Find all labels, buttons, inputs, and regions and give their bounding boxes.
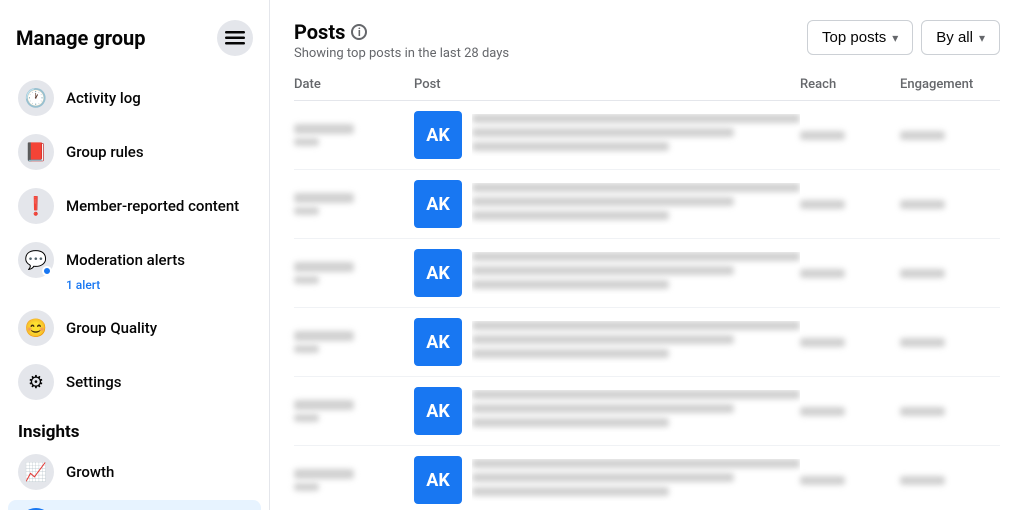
table-row[interactable]: AK <box>294 377 1000 446</box>
engagement-cell <box>900 131 1000 140</box>
table-row[interactable]: AK <box>294 308 1000 377</box>
sidebar-header: Manage group <box>8 16 261 72</box>
nav-item-settings[interactable]: ⚙ Settings <box>8 356 261 408</box>
post-text <box>472 252 800 294</box>
table-row[interactable]: AK <box>294 170 1000 239</box>
nav-item-member-reported[interactable]: ❗ Member-reported content <box>8 180 261 232</box>
posts-info-icon[interactable]: i <box>351 24 367 40</box>
posts-title-group: Posts i Showing top posts in the last 28… <box>294 20 509 61</box>
nav-label-moderation-alerts: Moderation alerts <box>66 251 251 269</box>
col-header-post: Post <box>414 77 800 92</box>
reach-cell <box>800 338 900 347</box>
date-cell <box>294 331 414 353</box>
chevron-down-icon-2: ▾ <box>979 31 985 45</box>
reach-cell <box>800 476 900 485</box>
nav-label-activity-log: Activity log <box>66 89 251 107</box>
post-cell: AK <box>414 318 800 366</box>
post-thumbnail: AK <box>414 180 462 228</box>
engagement-cell <box>900 200 1000 209</box>
growth-icon: 📈 <box>18 454 54 490</box>
date-cell <box>294 193 414 215</box>
post-thumbnail: AK <box>414 456 462 504</box>
main-content: Posts i Showing top posts in the last 28… <box>270 0 1024 510</box>
smiley-icon: 😊 <box>18 310 54 346</box>
nav-item-group-quality[interactable]: 😊 Group Quality <box>8 302 261 354</box>
top-posts-filter[interactable]: Top posts ▾ <box>807 20 913 55</box>
nav-item-engagement[interactable]: 👍 Engagement <box>8 500 261 510</box>
engagement-cell <box>900 476 1000 485</box>
date-cell <box>294 262 414 284</box>
post-thumbnail: AK <box>414 111 462 159</box>
filter-group: Top posts ▾ By all ▾ <box>807 20 1000 55</box>
col-header-date: Date <box>294 77 414 92</box>
posts-title: Posts i <box>294 20 509 44</box>
reach-cell <box>800 200 900 209</box>
post-text <box>472 390 800 432</box>
chevron-down-icon: ▾ <box>892 31 898 45</box>
by-all-filter[interactable]: By all ▾ <box>921 20 1000 55</box>
book-icon: 📕 <box>18 134 54 170</box>
nav-item-moderation-alerts[interactable]: 💬 Moderation alerts 1 alert <box>8 234 261 300</box>
moderation-alert-count: 1 alert <box>66 278 100 292</box>
post-text <box>472 459 800 501</box>
nav-label-growth: Growth <box>66 463 251 481</box>
post-cell: AK <box>414 456 800 504</box>
table-row[interactable]: AK <box>294 446 1000 510</box>
reach-cell <box>800 131 900 140</box>
nav-label-group-quality: Group Quality <box>66 319 251 337</box>
post-cell: AK <box>414 111 800 159</box>
post-cell: AK <box>414 249 800 297</box>
insights-section-label: Insights <box>8 410 261 446</box>
nav-label-settings: Settings <box>66 373 251 391</box>
chat-icon: 💬 <box>18 242 54 278</box>
table-header: Date Post Reach Engagement <box>294 77 1000 101</box>
posts-header: Posts i Showing top posts in the last 28… <box>294 20 1000 61</box>
reach-cell <box>800 269 900 278</box>
gear-icon: ⚙ <box>18 364 54 400</box>
post-text <box>472 183 800 225</box>
posts-subtitle: Showing top posts in the last 28 days <box>294 46 509 61</box>
alert-badge <box>42 266 52 276</box>
sidebar: Manage group 🕐 Activity log 📕 Group rule… <box>0 0 270 510</box>
clock-icon: 🕐 <box>18 80 54 116</box>
date-cell <box>294 400 414 422</box>
col-header-engagement: Engagement <box>900 77 1000 92</box>
nav-item-growth[interactable]: 📈 Growth <box>8 446 261 498</box>
post-text <box>472 114 800 156</box>
post-cell: AK <box>414 180 800 228</box>
sidebar-menu-button[interactable] <box>217 20 253 56</box>
nav-item-activity-log[interactable]: 🕐 Activity log <box>8 72 261 124</box>
engagement-cell <box>900 407 1000 416</box>
sidebar-title: Manage group <box>16 26 146 50</box>
post-thumbnail: AK <box>414 387 462 435</box>
post-thumbnail: AK <box>414 318 462 366</box>
reach-cell <box>800 407 900 416</box>
nav-label-group-rules: Group rules <box>66 143 251 161</box>
nav-label-member-reported: Member-reported content <box>66 197 251 215</box>
alert-icon: ❗ <box>18 188 54 224</box>
post-thumbnail: AK <box>414 249 462 297</box>
engagement-cell <box>900 269 1000 278</box>
table-row[interactable]: AK <box>294 239 1000 308</box>
post-cell: AK <box>414 387 800 435</box>
post-text <box>472 321 800 363</box>
date-cell <box>294 124 414 146</box>
engagement-cell <box>900 338 1000 347</box>
col-header-reach: Reach <box>800 77 900 92</box>
nav-item-group-rules[interactable]: 📕 Group rules <box>8 126 261 178</box>
date-cell <box>294 469 414 491</box>
table-row[interactable]: AK <box>294 101 1000 170</box>
